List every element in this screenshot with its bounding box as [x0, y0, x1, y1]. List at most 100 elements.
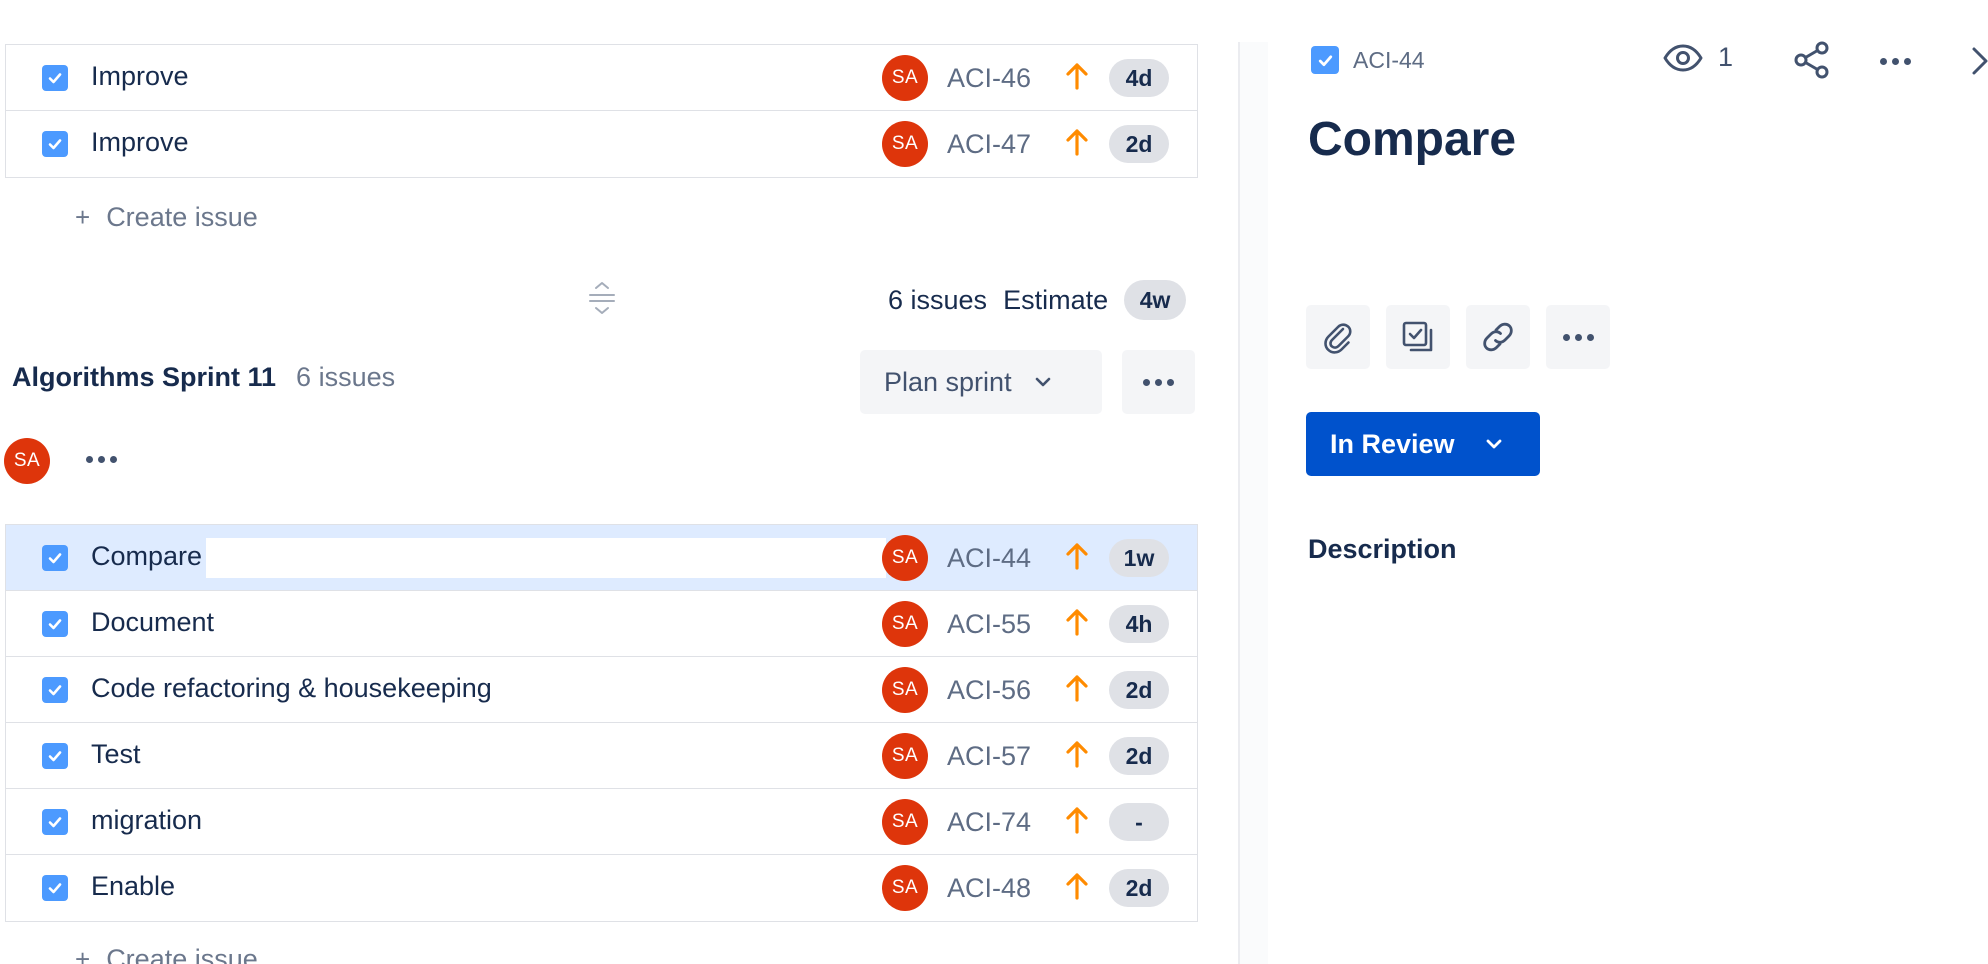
sprint-issue-count: 6 issues — [296, 362, 396, 392]
issue-row[interactable]: Enable SA ACI-48 2d — [6, 855, 1197, 921]
more-dots-icon[interactable] — [86, 456, 117, 463]
estimate-badge: 2d — [1109, 671, 1169, 709]
issue-key[interactable]: ACI-48 — [947, 873, 1031, 904]
issue-row[interactable]: Code refactoring & housekeeping SA ACI-5… — [6, 657, 1197, 723]
issue-row[interactable]: migration SA ACI-74 - — [6, 789, 1197, 855]
estimate-badge: 4h — [1109, 605, 1169, 643]
story-checkbox-icon — [1311, 46, 1339, 74]
plus-icon: + — [75, 202, 91, 232]
assignee-avatar[interactable]: SA — [882, 799, 928, 845]
chevron-right-icon[interactable] — [1968, 44, 1988, 78]
issue-row[interactable]: Document SA ACI-55 4h — [6, 591, 1197, 657]
issue-summary: migration — [91, 805, 203, 835]
assignee-avatar[interactable]: SA — [882, 55, 928, 101]
issue-row[interactable]: Improve SA ACI-46 4d — [6, 45, 1197, 111]
issue-title[interactable]: Compare — [1308, 112, 1516, 167]
issue-summary: Improve — [91, 61, 189, 91]
plan-sprint-button[interactable]: Plan sprint — [860, 350, 1102, 414]
story-checkbox-icon — [42, 809, 68, 835]
priority-high-arrow-icon — [1066, 741, 1088, 768]
create-issue-button[interactable]: + Create issue — [75, 944, 258, 964]
estimate-badge: 4d — [1109, 59, 1169, 97]
sprint-header: Algorithms Sprint 11 6 issues — [12, 362, 395, 393]
priority-high-arrow-icon — [1066, 807, 1088, 834]
watch-button[interactable]: 1 — [1662, 42, 1733, 73]
issue-key[interactable]: ACI-47 — [947, 129, 1031, 160]
sprint-issue-list: Compare SA ACI-44 1w Document SA ACI-55 … — [5, 524, 1198, 922]
assignee-avatar[interactable]: SA — [882, 535, 928, 581]
story-checkbox-icon — [42, 677, 68, 703]
priority-high-arrow-icon — [1066, 675, 1088, 702]
estimate-badge: 2d — [1109, 125, 1169, 163]
estimate-label: Estimate — [1003, 284, 1109, 315]
priority-high-arrow-icon — [1066, 873, 1088, 900]
create-issue-label: Create issue — [106, 944, 258, 964]
sprint-more-button[interactable] — [1122, 350, 1195, 414]
status-label: In Review — [1330, 428, 1455, 459]
more-dots-icon[interactable] — [1880, 58, 1911, 65]
assignee-avatar[interactable]: SA — [882, 601, 928, 647]
summary-edit-area[interactable] — [206, 538, 886, 578]
issue-summary: Test — [91, 739, 141, 769]
issue-row-selected[interactable]: Compare SA ACI-44 1w — [6, 525, 1197, 591]
issue-key[interactable]: ACI-57 — [947, 741, 1031, 772]
more-dots-icon — [1143, 378, 1174, 386]
chevron-down-icon — [1035, 377, 1050, 387]
story-checkbox-icon — [42, 611, 68, 637]
issue-row[interactable]: Improve SA ACI-47 2d — [6, 111, 1197, 177]
estimate-total-badge: 4w — [1124, 280, 1187, 320]
story-checkbox-icon — [42, 545, 68, 571]
link-issue-button[interactable] — [1466, 305, 1530, 369]
story-checkbox-icon — [42, 131, 68, 157]
issue-key[interactable]: ACI-44 — [947, 543, 1031, 574]
issue-summary: Document — [91, 607, 215, 637]
plus-icon: + — [75, 944, 91, 964]
issue-summary: Compare — [91, 541, 203, 571]
priority-high-arrow-icon — [1066, 543, 1088, 570]
story-checkbox-icon — [42, 743, 68, 769]
attach-button[interactable] — [1306, 305, 1370, 369]
assignee-avatar[interactable]: SA — [882, 865, 928, 911]
share-icon[interactable] — [1792, 40, 1832, 80]
issue-action-toolbar — [1306, 305, 1610, 369]
description-heading: Description — [1308, 534, 1457, 564]
drag-handle-icon[interactable] — [585, 280, 619, 316]
issue-summary: Improve — [91, 127, 189, 157]
issue-row[interactable]: Test SA ACI-57 2d — [6, 723, 1197, 789]
plan-sprint-label: Plan sprint — [884, 366, 1012, 397]
eye-icon — [1663, 44, 1703, 71]
create-issue-label: Create issue — [106, 202, 258, 232]
panel-divider[interactable] — [1238, 42, 1268, 964]
estimate-badge: 2d — [1109, 737, 1169, 775]
detail-issue-key[interactable]: ACI-44 — [1353, 47, 1425, 74]
issue-key[interactable]: ACI-56 — [947, 675, 1031, 706]
story-checkbox-icon — [42, 875, 68, 901]
assignee-avatar[interactable]: SA — [882, 667, 928, 713]
create-issue-button[interactable]: + Create issue — [75, 202, 258, 233]
issue-breadcrumb: ACI-44 — [1311, 46, 1425, 74]
watcher-count: 1 — [1718, 42, 1734, 72]
estimate-badge: - — [1109, 803, 1169, 841]
issue-key[interactable]: ACI-46 — [947, 63, 1031, 94]
link-icon — [1483, 322, 1513, 352]
priority-high-arrow-icon — [1066, 609, 1088, 636]
issue-key[interactable]: ACI-55 — [947, 609, 1031, 640]
paperclip-icon — [1324, 323, 1352, 354]
story-checkbox-icon — [42, 65, 68, 91]
issue-count: 6 issues — [888, 284, 988, 315]
estimate-badge: 1w — [1109, 539, 1169, 577]
add-child-issue-button[interactable] — [1386, 305, 1450, 369]
status-dropdown[interactable]: In Review — [1306, 412, 1540, 476]
assignee-avatar[interactable]: SA — [882, 121, 928, 167]
more-actions-button[interactable] — [1546, 305, 1610, 369]
assignee-avatar[interactable]: SA — [882, 733, 928, 779]
priority-high-arrow-icon — [1066, 129, 1088, 156]
priority-high-arrow-icon — [1066, 63, 1088, 90]
sprint-assignee-avatar[interactable]: SA — [4, 438, 50, 484]
backlog-summary: 6 issues Estimate 4w — [888, 280, 1187, 320]
more-dots-icon — [1562, 333, 1594, 341]
issue-key[interactable]: ACI-74 — [947, 807, 1031, 838]
backlog-panel: Improve SA ACI-46 4d Improve SA ACI-47 2… — [0, 0, 1200, 964]
sprint-name: Algorithms Sprint 11 — [12, 362, 277, 392]
subtask-icon — [1402, 321, 1433, 352]
